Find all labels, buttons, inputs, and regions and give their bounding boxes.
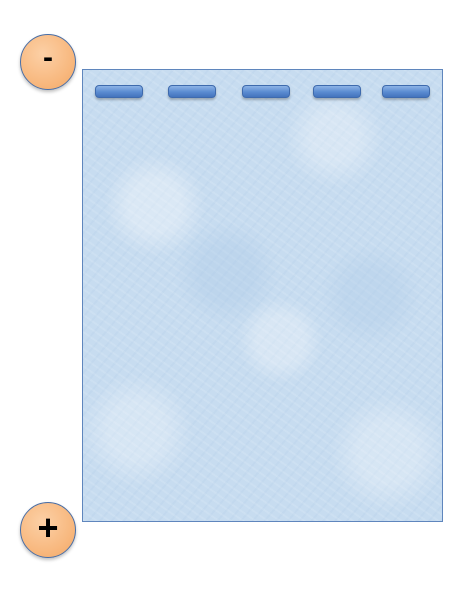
gel-well: [382, 85, 430, 98]
positive-symbol: +: [37, 507, 59, 548]
gel-slab: [82, 69, 443, 522]
gel-well: [313, 85, 361, 98]
negative-symbol: -: [43, 41, 53, 74]
negative-electrode: -: [20, 34, 76, 90]
positive-electrode: +: [20, 502, 76, 558]
gel-well: [168, 85, 216, 98]
gel-well: [242, 85, 290, 98]
gel-well: [95, 85, 143, 98]
